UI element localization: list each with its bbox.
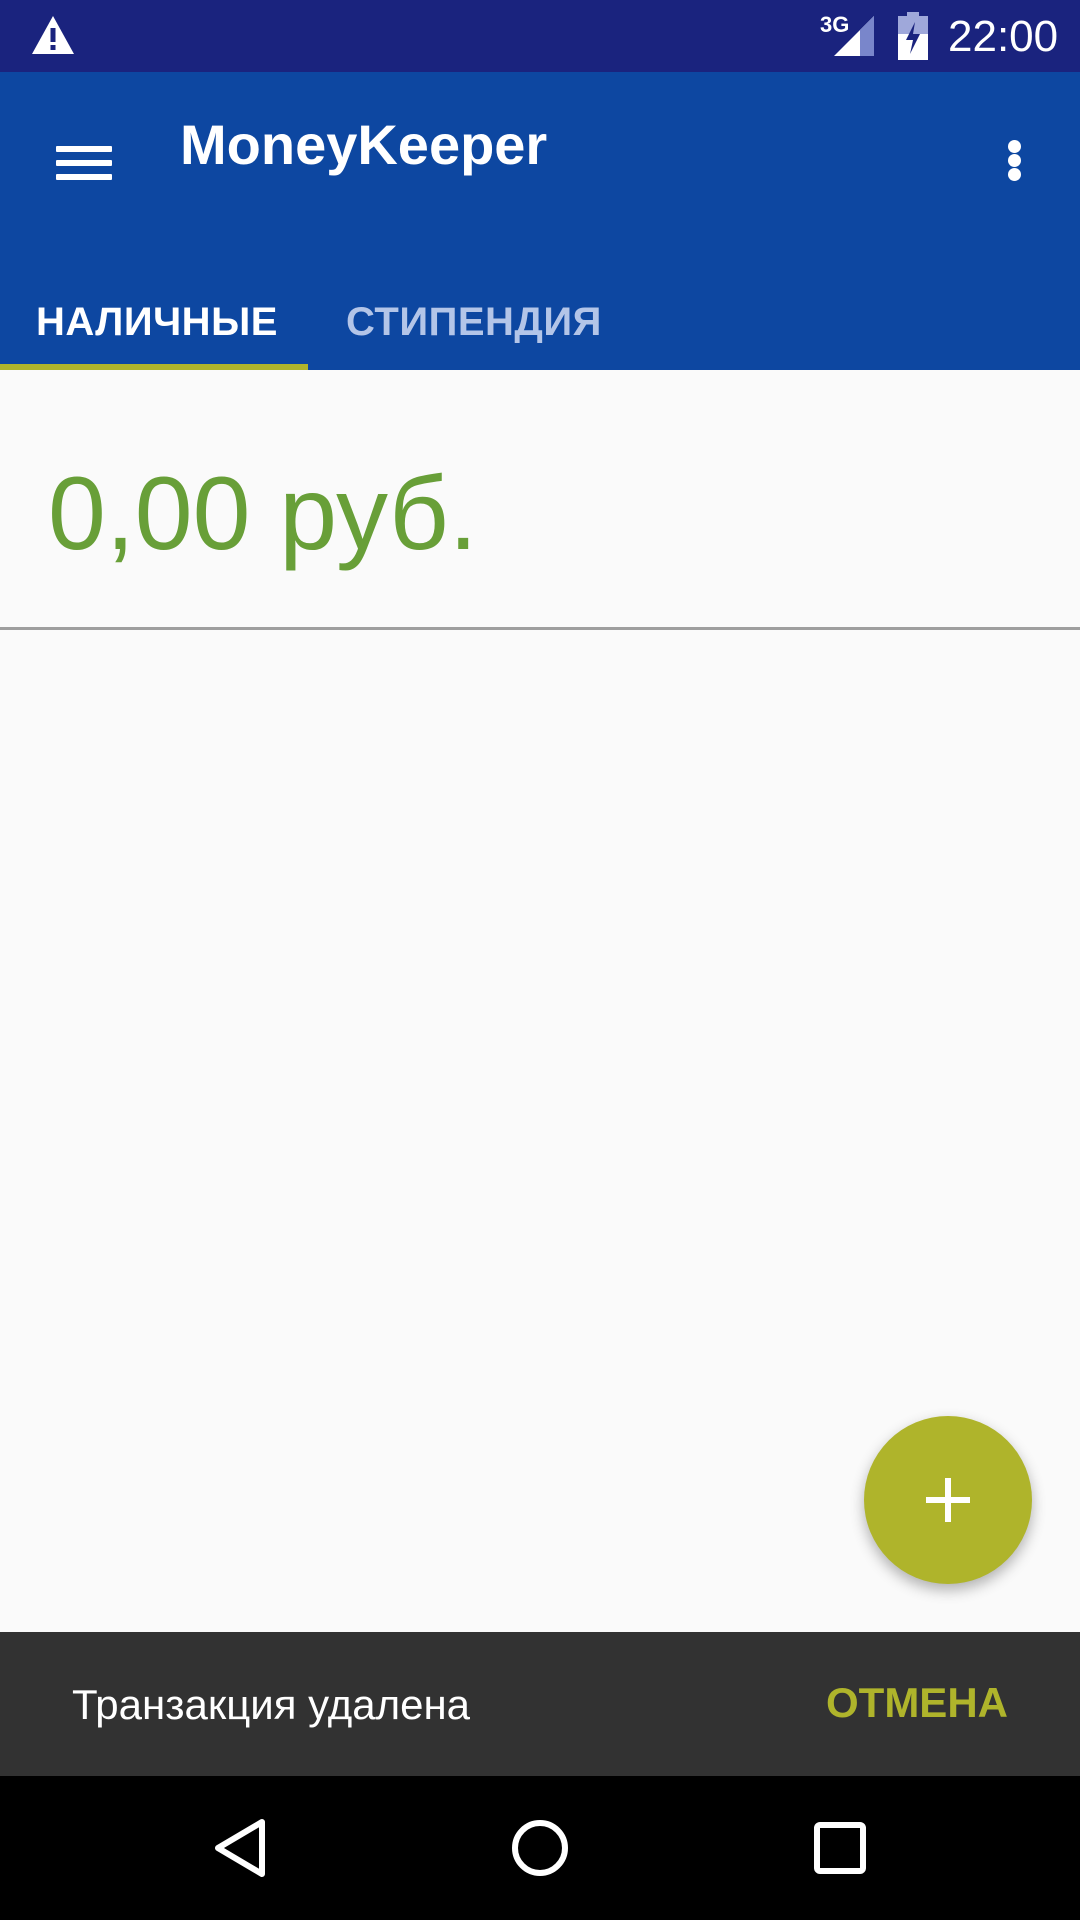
recents-icon[interactable] xyxy=(800,1808,880,1888)
account-tabs: НАЛИЧНЫЕ СТИПЕНДИЯ xyxy=(0,298,1080,370)
app-bar: MoneyKeeper НАЛИЧНЫЕ СТИПЕНДИЯ xyxy=(0,72,1080,370)
screen: 3G 22:00 MoneyKeeper НАЛИЧНЫЕ СТИПЕНДИЯ xyxy=(0,0,1080,1920)
undo-button[interactable]: ОТМЕНА xyxy=(826,1678,1008,1728)
battery-charging-icon xyxy=(898,12,928,60)
warning-icon xyxy=(32,16,74,54)
more-vert-icon[interactable] xyxy=(984,116,1044,204)
app-title: MoneyKeeper xyxy=(180,113,548,176)
clock: 22:00 xyxy=(948,12,1059,61)
snackbar: Транзакция удалена ОТМЕНА xyxy=(0,1632,1080,1776)
tab-stipend[interactable]: СТИПЕНДИЯ xyxy=(346,298,602,370)
home-icon[interactable] xyxy=(500,1808,580,1888)
tab-cash[interactable]: НАЛИЧНЫЕ xyxy=(36,298,278,370)
snackbar-message: Транзакция удалена xyxy=(72,1681,471,1728)
hamburger-menu-icon[interactable] xyxy=(40,116,128,204)
back-icon[interactable] xyxy=(200,1808,280,1888)
divider xyxy=(0,627,1080,630)
balance-amount: 0,00 руб. xyxy=(48,456,478,572)
navigation-bar xyxy=(0,1776,1080,1920)
status-bar: 3G 22:00 xyxy=(0,0,1080,72)
balance-area: 0,00 руб. xyxy=(0,370,1080,628)
add-transaction-button[interactable] xyxy=(864,1416,1032,1584)
signal-icon xyxy=(834,16,874,56)
